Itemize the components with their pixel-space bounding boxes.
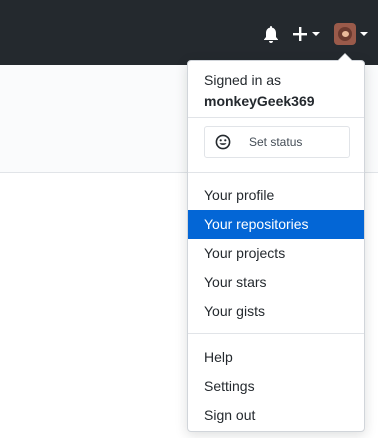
profile-dropdown-menu: Signed in as monkeyGeek369 Set status Yo… (187, 53, 365, 432)
dropdown-caret-fill (338, 54, 352, 61)
menu-item-your-repositories[interactable]: Your repositories (188, 210, 364, 239)
notifications-button[interactable] (262, 25, 280, 45)
menu-divider (188, 117, 364, 118)
username[interactable]: monkeyGeek369 (204, 91, 315, 112)
menu-item-your-projects[interactable]: Your projects (188, 239, 364, 268)
smiley-icon (215, 134, 231, 150)
plus-icon (293, 27, 307, 41)
signed-in-label: Signed in as (204, 72, 282, 88)
menu-divider (188, 333, 364, 334)
bell-icon (264, 26, 278, 43)
top-header (0, 0, 378, 65)
menu-item-settings[interactable]: Settings (188, 372, 364, 401)
menu-item-help[interactable]: Help (188, 343, 364, 372)
signed-in-header: Signed in as monkeyGeek369 (204, 70, 315, 112)
profile-menu-button[interactable] (333, 21, 369, 47)
menu-item-your-profile[interactable]: Your profile (188, 181, 364, 210)
set-status-label: Set status (249, 135, 303, 149)
menu-item-sign-out[interactable]: Sign out (188, 401, 364, 430)
chevron-down-icon (312, 32, 320, 36)
chevron-down-icon (360, 32, 368, 36)
menu-divider (188, 172, 364, 173)
create-new-button[interactable] (291, 23, 321, 45)
set-status-button[interactable]: Set status (204, 126, 350, 158)
menu-item-your-gists[interactable]: Your gists (188, 297, 364, 326)
menu-item-your-stars[interactable]: Your stars (188, 268, 364, 297)
avatar (334, 23, 356, 45)
